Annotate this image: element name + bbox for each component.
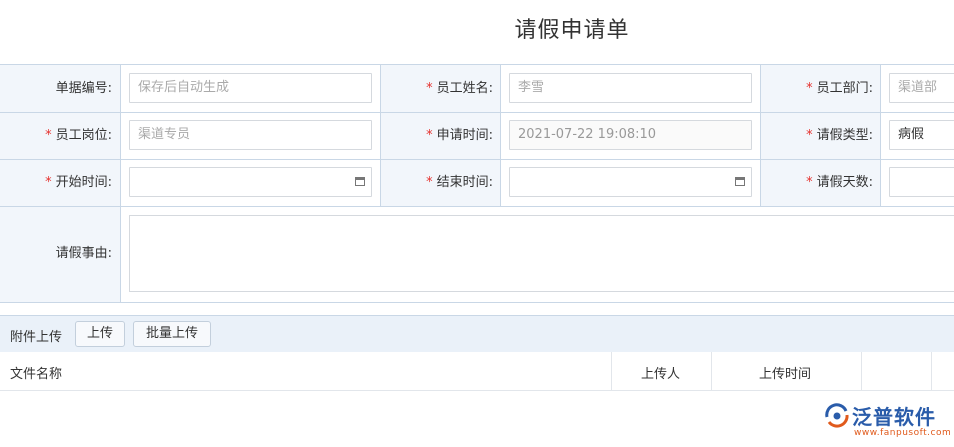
start-time-label: * 开始时间:: [0, 159, 120, 206]
required-mark: *: [806, 128, 813, 143]
emp-name-label: * 员工姓名:: [381, 65, 501, 112]
calendar-icon[interactable]: [735, 177, 745, 186]
attachment-table-header: 文件名称 上传人 上传时间: [0, 352, 954, 391]
leave-form: 单据编号: * 员工姓名: * 员工部门: * 员工岗位: * 申请时间: * 请假类型:…: [0, 64, 954, 303]
fanpu-logo: 泛普软件 www.fanpusoft.com: [824, 401, 952, 445]
required-mark: *: [806, 81, 813, 96]
emp-name-input[interactable]: 李雪: [509, 73, 752, 103]
reason-textarea[interactable]: [129, 215, 954, 292]
start-time-input[interactable]: [129, 167, 372, 197]
emp-post-input[interactable]: 渠道专员: [129, 120, 372, 150]
end-time-input[interactable]: [509, 167, 752, 197]
leave-type-label: * 请假类型:: [761, 112, 881, 159]
apply-time-label: * 申请时间:: [381, 112, 501, 159]
emp-dept-input[interactable]: 渠道部: [889, 73, 954, 103]
apply-time-input[interactable]: 2021-07-22 19:08:10: [509, 120, 752, 150]
logo-url: www.fanpusoft.com: [854, 428, 952, 438]
leave-days-input[interactable]: [889, 167, 954, 197]
required-mark: *: [426, 175, 433, 190]
attachment-label: 附件上传: [10, 330, 63, 345]
logo-mark-icon: [825, 403, 849, 428]
required-mark: *: [426, 128, 433, 143]
required-mark: *: [426, 81, 433, 96]
batch-upload-button[interactable]: 批量上传: [133, 321, 211, 347]
leave-days-label: * 请假天数:: [761, 159, 881, 206]
column-uploader: 上传人: [641, 367, 681, 382]
leave-type-select[interactable]: 病假: [889, 120, 954, 150]
upload-button[interactable]: 上传: [75, 321, 125, 347]
end-time-label: * 结束时间:: [381, 159, 501, 206]
reason-label: 请假事由:: [0, 206, 120, 302]
logo-name: 泛普软件: [852, 405, 936, 429]
column-upload-time: 上传时间: [759, 367, 812, 382]
required-mark: *: [806, 175, 813, 190]
calendar-icon[interactable]: [355, 177, 365, 186]
attachment-toolbar: 附件上传 上传 批量上传: [0, 315, 954, 353]
required-mark: *: [45, 128, 52, 143]
required-mark: *: [45, 175, 52, 190]
emp-post-label: * 员工岗位:: [0, 112, 120, 159]
page-title: 请假申请单: [514, 18, 630, 43]
emp-dept-label: * 员工部门:: [761, 65, 881, 112]
doc-no-input[interactable]: 保存后自动生成: [129, 73, 372, 103]
column-file-name: 文件名称: [10, 367, 63, 382]
doc-no-label: 单据编号:: [0, 65, 120, 112]
